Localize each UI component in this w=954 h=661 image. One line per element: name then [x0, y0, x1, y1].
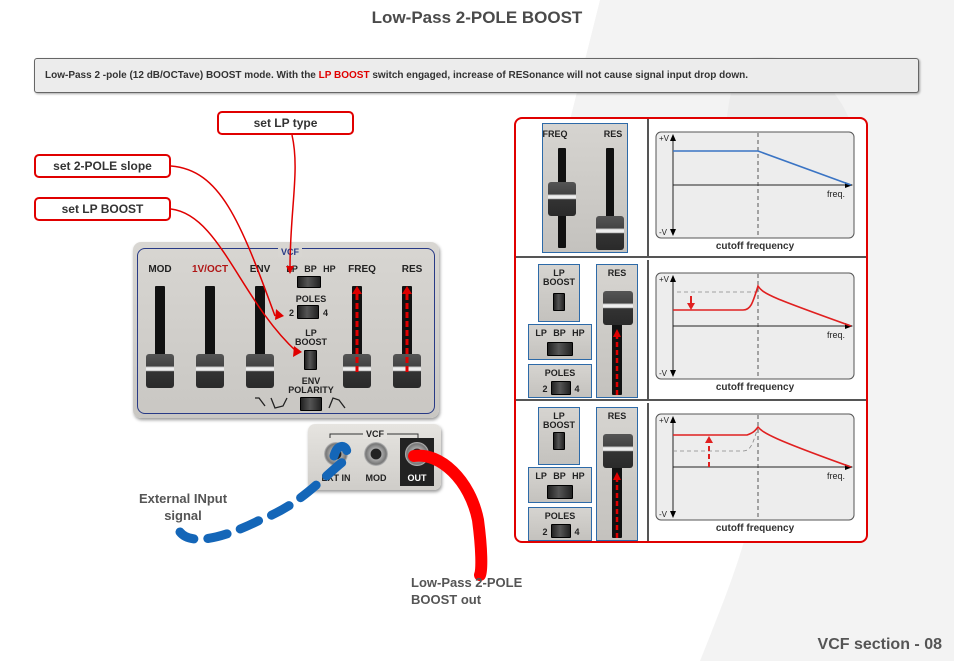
output-line-1: Low-Pass 2-POLE [411, 575, 523, 590]
y-bottom-label: -V [659, 228, 668, 237]
arrowhead-lp-type [286, 266, 294, 274]
graph-caption-3: cutoff frequency [715, 523, 795, 534]
poles-mini-label: POLES [544, 511, 576, 521]
lp-boost-mini-switch [553, 432, 565, 450]
y-bottom-label: -V [659, 510, 668, 519]
arrowhead-2-pole [275, 309, 284, 320]
mini-lp: LP [535, 328, 547, 338]
external-input-line-1: External INput [138, 491, 228, 506]
poles-mini-4: 4 [574, 527, 580, 537]
mini-label-freq: FREQ [542, 129, 568, 139]
filter-type-box-3: LP BP HP [528, 467, 592, 503]
res-up-arrow [613, 472, 621, 538]
response-graph-3: +V -V freq. cutoff frequency [655, 413, 855, 534]
diagram-row-2: LP BOOST LP BP HP POLES 2 4 RES +V -V fr… [516, 260, 866, 401]
graph-caption-2: cutoff frequency [715, 382, 795, 393]
mini-bp: BP [553, 471, 566, 481]
poles-mini-2: 2 [542, 527, 548, 537]
mini-bp: BP [553, 328, 566, 338]
y-top-label: +V [659, 134, 670, 143]
y-bottom-label: -V [659, 369, 668, 378]
filter-type-mini-labels: LP BP HP [529, 472, 591, 481]
poles-box-3: POLES 2 4 [528, 507, 592, 541]
graph-svg-2: +V -V freq. [655, 272, 855, 380]
res-up-arrow [613, 329, 621, 395]
freq-res-slider-box: FREQ RES [542, 123, 628, 253]
y-top-label: +V [659, 275, 670, 284]
y-top-label: +V [659, 416, 670, 425]
row-divider [647, 403, 649, 541]
page-footer: VCF section - 08 [817, 636, 942, 653]
filter-type-mini-labels: LP BP HP [529, 329, 591, 338]
lp-boost-label: LP BOOST [542, 268, 575, 287]
line-2-pole [170, 165, 276, 317]
row-divider [647, 119, 649, 256]
filter-type-mini-switch [547, 342, 573, 356]
diagram-row-1: FREQ RES +V -V freq. cutoff frequency [516, 119, 866, 258]
poles-mini-4: 4 [574, 384, 580, 394]
filter-behavior-diagram: FREQ RES +V -V freq. cutoff frequency LP B… [514, 117, 868, 543]
mini-knob-res [596, 216, 624, 250]
lp-boost-box-3: LP BOOST [538, 407, 580, 465]
row-divider [647, 260, 649, 399]
filter-type-mini-switch [547, 485, 573, 499]
poles-mini-switch [551, 524, 571, 538]
poles-mini-2: 2 [542, 384, 548, 394]
graph-svg-3: +V -V freq. [655, 413, 855, 521]
output-line-2: BOOST out [411, 592, 482, 607]
arrowhead-lp-boost [293, 346, 302, 357]
poles-box-2: POLES 2 4 [528, 364, 592, 398]
diagram-row-3: LP BOOST LP BP HP POLES 2 4 RES +V -V fr… [516, 403, 866, 541]
graph-caption-1: cutoff frequency [715, 241, 795, 252]
res-slider-box-2: RES [596, 264, 638, 398]
graph-svg-1: +V -V freq. [655, 131, 855, 239]
line-lp-boost [170, 208, 298, 353]
external-input-annotation: External INput signal [133, 490, 233, 524]
mini-label-res: RES [603, 129, 623, 139]
x-axis-label: freq. [827, 471, 845, 481]
mini-hp: HP [572, 328, 585, 338]
mini-hp: HP [572, 471, 585, 481]
lp-boost-label: LP BOOST [542, 411, 575, 430]
res-slider-box-3: RES [596, 407, 638, 541]
mini-knob-freq [548, 182, 576, 216]
line-lp-type [289, 134, 296, 269]
mini-lp: LP [535, 471, 547, 481]
x-axis-label: freq. [827, 189, 845, 199]
lp-boost-box-2: LP BOOST [538, 264, 580, 322]
filter-type-box-2: LP BP HP [528, 324, 592, 360]
output-annotation: Low-Pass 2-POLE BOOST out [411, 574, 522, 608]
lp-boost-mini-switch [553, 293, 565, 311]
external-input-line-2: signal [164, 508, 202, 523]
x-axis-label: freq. [827, 330, 845, 340]
poles-mini-switch [551, 381, 571, 395]
response-graph-2: +V -V freq. cutoff frequency [655, 272, 855, 393]
cable-output [408, 449, 488, 581]
poles-mini-label: POLES [544, 368, 576, 378]
response-graph-1: +V -V freq. cutoff frequency [655, 131, 855, 252]
